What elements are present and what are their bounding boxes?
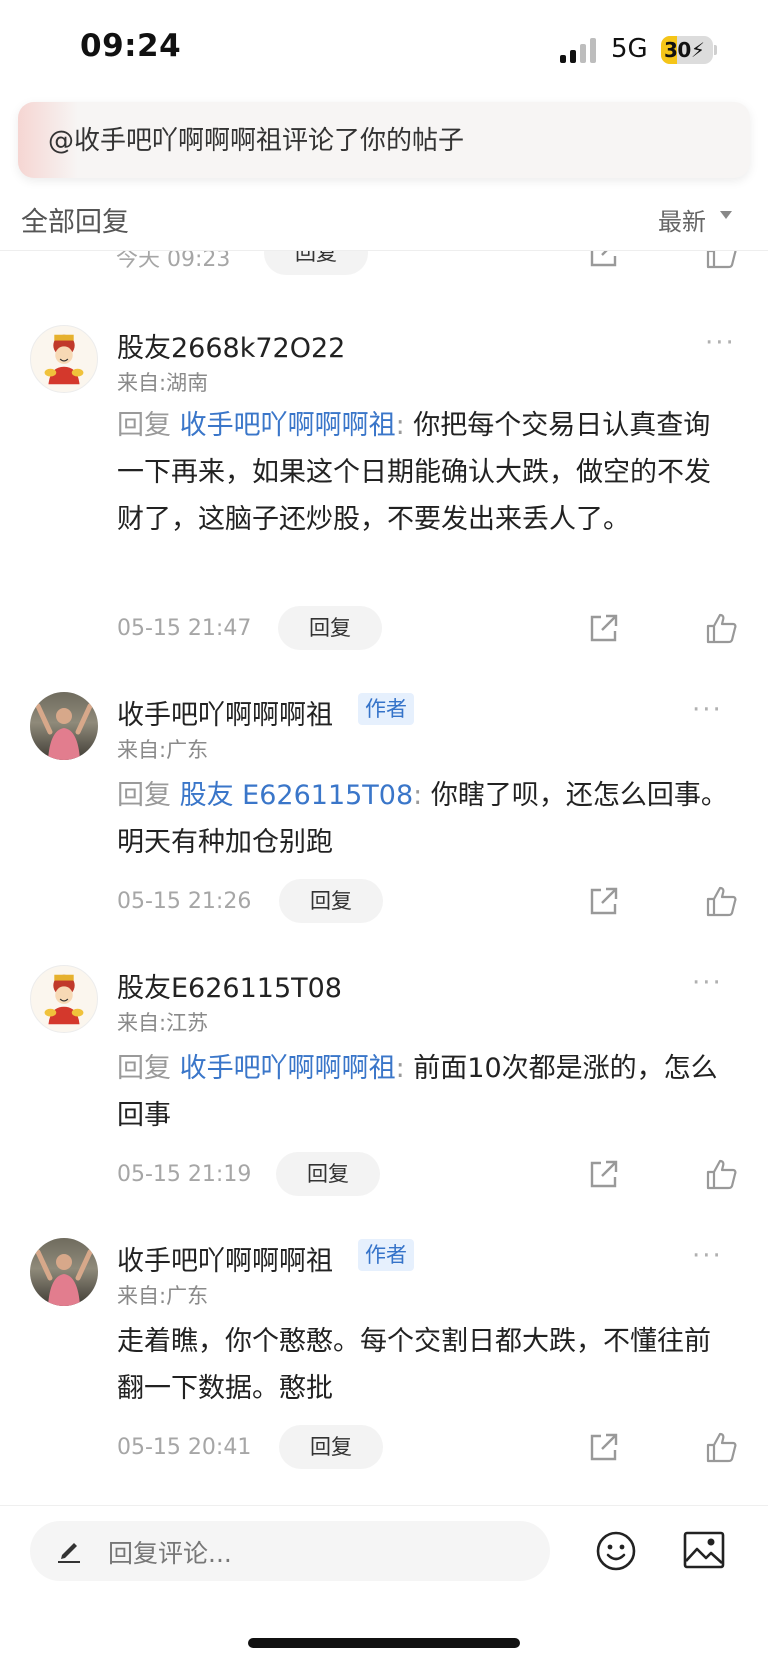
like-icon[interactable] <box>705 884 739 918</box>
pencil-icon <box>58 1543 80 1563</box>
comment-text: 走着瞧，你个憨憨。每个交割日都大跌，不懂往前翻一下数据。憨批 <box>117 1318 737 1412</box>
mention-separator: : <box>413 780 423 811</box>
location: 来自:湖南 <box>117 371 209 395</box>
all-replies-title: 全部回复 <box>21 207 129 238</box>
comment-text: 回复 收手吧吖啊啊啊祖: 前面10次都是涨的，怎么回事 <box>117 1045 737 1139</box>
signal-icon <box>560 37 600 63</box>
like-icon[interactable] <box>705 1157 739 1191</box>
more-icon[interactable]: ··· <box>692 1241 723 1271</box>
comment-time: 05-15 21:26 <box>117 889 252 914</box>
avatar[interactable] <box>30 692 98 760</box>
share-icon[interactable] <box>587 884 621 918</box>
avatar[interactable] <box>30 325 98 393</box>
image-icon[interactable] <box>683 1531 725 1569</box>
author-badge: 作者 <box>358 693 414 725</box>
notification-text: @收手吧吖啊啊啊祖评论了你的帖子 <box>48 126 465 156</box>
god-of-wealth-avatar-icon <box>44 334 84 385</box>
reply-button[interactable]: 回复 <box>279 879 383 923</box>
more-icon[interactable]: ··· <box>692 968 723 998</box>
mention-separator: : <box>395 1053 405 1084</box>
battery-icon: 30⚡ <box>661 36 713 64</box>
reply-button[interactable]: 回复 <box>276 1152 380 1196</box>
mention-link[interactable]: 收手吧吖啊啊啊祖 <box>180 410 396 441</box>
partial-comment-actions: 今天 09:23 回复 <box>0 251 768 291</box>
avatar[interactable] <box>30 965 98 1033</box>
like-icon[interactable] <box>705 1430 739 1464</box>
share-icon[interactable] <box>587 611 621 645</box>
reply-input-placeholder: 回复评论... <box>108 1539 232 1568</box>
location: 来自:江苏 <box>117 1011 209 1035</box>
share-icon[interactable] <box>587 251 621 270</box>
emoji-icon[interactable] <box>595 1530 637 1572</box>
username[interactable]: 收手吧吖啊啊啊祖 <box>117 1239 333 1278</box>
like-icon[interactable] <box>705 251 739 270</box>
reply-prefix: 回复 <box>117 1053 171 1084</box>
battery-level: 30 <box>664 38 691 62</box>
comment-time: 05-15 20:41 <box>117 1435 252 1460</box>
username[interactable]: 股友2668k72O22 <box>117 326 345 365</box>
reply-prefix: 回复 <box>117 410 171 441</box>
home-indicator <box>248 1638 520 1648</box>
mention-link[interactable]: 股友 E626115T08 <box>180 780 414 811</box>
like-icon[interactable] <box>705 611 739 645</box>
location: 来自:广东 <box>117 1284 209 1308</box>
bottom-divider <box>0 1505 768 1506</box>
more-icon[interactable]: ··· <box>705 328 736 358</box>
battery-nub <box>714 45 717 55</box>
avatar[interactable] <box>30 1238 98 1306</box>
mention-link[interactable]: 收手吧吖啊啊啊祖 <box>180 1053 396 1084</box>
comment-time: 05-15 21:19 <box>117 1162 252 1187</box>
more-icon[interactable]: ··· <box>692 695 723 725</box>
share-icon[interactable] <box>587 1430 621 1464</box>
comment-time: 今天 09:23 <box>116 251 231 272</box>
person-photo-avatar-icon <box>35 703 93 760</box>
reply-prefix: 回复 <box>117 780 171 811</box>
username[interactable]: 股友E626115T08 <box>117 966 342 1005</box>
comment-body: 走着瞧，你个憨憨。每个交割日都大跌，不懂往前翻一下数据。憨批 <box>117 1326 711 1404</box>
sort-caret-icon[interactable] <box>720 211 732 219</box>
person-photo-avatar-icon <box>35 1249 93 1306</box>
comment-time: 05-15 21:47 <box>117 616 252 641</box>
comment-text: 回复 收手吧吖啊啊啊祖: 你把每个交易日认真查询一下再来，如果这个日期能确认大跌… <box>117 402 737 543</box>
reply-button[interactable]: 回复 <box>264 251 368 275</box>
god-of-wealth-avatar-icon <box>44 974 84 1025</box>
reply-button[interactable]: 回复 <box>278 606 382 650</box>
reply-button[interactable]: 回复 <box>279 1425 383 1469</box>
share-icon[interactable] <box>587 1157 621 1191</box>
status-time: 09:24 <box>80 28 182 64</box>
mention-separator: : <box>395 410 405 441</box>
comment-text: 回复 股友 E626115T08: 你瞎了呗，还怎么回事。明天有种加仓别跑 <box>117 772 737 866</box>
sort-dropdown[interactable]: 最新 <box>658 202 706 237</box>
network-type: 5G <box>611 34 648 64</box>
author-badge: 作者 <box>358 1239 414 1271</box>
username[interactable]: 收手吧吖啊啊啊祖 <box>117 693 333 732</box>
location: 来自:广东 <box>117 738 209 762</box>
